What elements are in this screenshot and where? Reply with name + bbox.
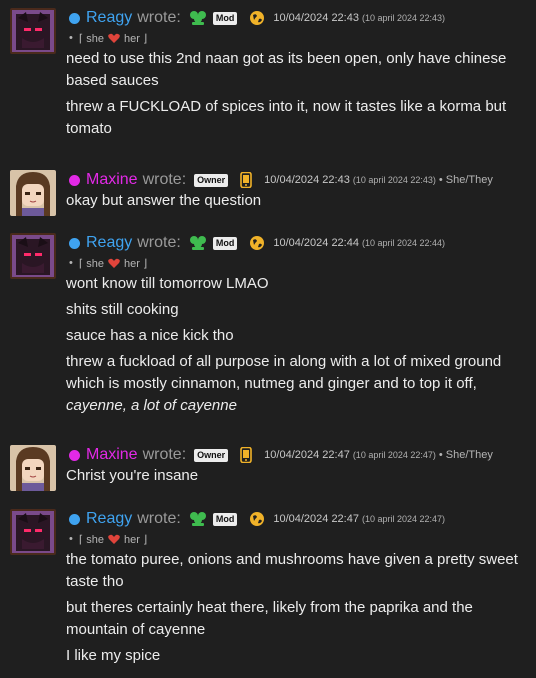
pronoun-text: ⌈ she (78, 533, 104, 546)
mod-icon (189, 511, 207, 527)
wrote-label: wrote: (137, 9, 181, 26)
username-link[interactable]: Maxine (86, 446, 138, 464)
pronouns: • ⌈ she her ⌋ (69, 32, 148, 45)
online-dot (69, 449, 80, 461)
pronoun-text: her ⌋ (123, 533, 148, 546)
message-text: shits still cooking (66, 301, 179, 318)
globe-icon (249, 235, 265, 251)
timestamp[interactable]: 10/04/2024 22:44 (273, 237, 359, 249)
message-text: threw a fuckload of all purpose in along… (66, 353, 502, 414)
role-badge: Mod (212, 512, 238, 526)
message-text: the tomato puree, onions and mushrooms h… (66, 551, 518, 590)
role-badge: Owner (194, 448, 229, 462)
phone-icon (240, 172, 252, 188)
message-text: okay but answer the question (66, 192, 262, 209)
online-dot (69, 12, 80, 24)
message-text: need to use this 2nd naan got as its bee… (66, 50, 507, 89)
timestamp[interactable]: 10/04/2024 22:43 (264, 174, 350, 186)
pronoun-text: her ⌋ (123, 257, 148, 270)
avatar[interactable] (10, 509, 56, 555)
timestamp-full: (10 april 2024 22:43) (361, 13, 446, 23)
pronouns: • ⌈ she her ⌋ (69, 257, 148, 270)
wrote-label: wrote: (142, 171, 187, 188)
timestamp-full: (10 april 2024 22:47) (352, 450, 436, 460)
pronouns: • She/They (438, 449, 493, 461)
username-link[interactable]: Reagy (86, 234, 132, 252)
online-dot (69, 174, 80, 186)
online-dot (69, 237, 80, 249)
message-text: wont know till tomorrow LMAO (66, 275, 269, 292)
message-emphasis: cayenne, a lot of cayenne (66, 397, 237, 414)
username-link[interactable]: Reagy (86, 510, 132, 528)
mod-icon (189, 235, 207, 251)
avatar[interactable] (10, 8, 56, 54)
username-link[interactable]: Reagy (86, 9, 132, 27)
pronouns: • She/They (438, 174, 493, 186)
heart-icon (108, 33, 120, 43)
avatar[interactable] (10, 170, 56, 216)
pronoun-text: her ⌋ (123, 32, 148, 45)
wrote-label: wrote: (137, 510, 181, 527)
role-badge: Owner (194, 173, 229, 187)
mod-icon (189, 10, 207, 26)
phone-icon (240, 447, 252, 463)
message-text: sauce has a nice kick tho (66, 327, 234, 344)
message-text: threw a FUCKLOAD of spices into it, now … (66, 98, 507, 137)
message-text: Christ you're insane (66, 467, 199, 484)
timestamp-full: (10 april 2024 22:44) (361, 238, 446, 248)
heart-icon (108, 534, 120, 544)
role-badge: Mod (212, 236, 238, 250)
timestamp-full: (10 april 2024 22:43) (352, 175, 436, 185)
message-text: but theres certainly heat there, likely … (66, 599, 473, 638)
pronouns: • ⌈ she her ⌋ (69, 533, 148, 546)
globe-icon (249, 511, 265, 527)
pronoun-text: ⌈ she (78, 257, 104, 270)
wrote-label: wrote: (137, 234, 181, 251)
wrote-label: wrote: (142, 446, 187, 463)
avatar[interactable] (10, 445, 56, 491)
globe-icon (249, 10, 265, 26)
online-dot (69, 513, 80, 525)
pronoun-text: ⌈ she (78, 32, 104, 45)
timestamp[interactable]: 10/04/2024 22:47 (264, 449, 350, 461)
timestamp-full: (10 april 2024 22:47) (361, 514, 446, 524)
timestamp[interactable]: 10/04/2024 22:43 (273, 12, 359, 24)
heart-icon (108, 258, 120, 268)
role-badge: Mod (212, 11, 238, 25)
avatar[interactable] (10, 233, 56, 279)
message-text: I like my spice (66, 647, 161, 664)
username-link[interactable]: Maxine (86, 171, 138, 189)
timestamp[interactable]: 10/04/2024 22:47 (273, 513, 359, 525)
